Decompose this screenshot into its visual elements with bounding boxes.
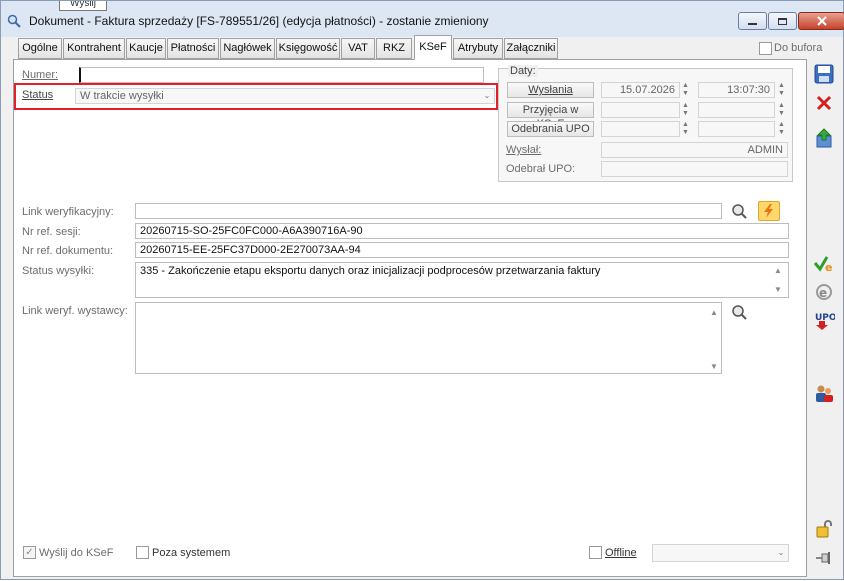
link-wystawcy-scroll-down[interactable]: ▼ — [707, 362, 721, 371]
export-icon — [816, 128, 832, 148]
odebral-label: Odebrał UPO: — [506, 163, 576, 175]
search-icon — [7, 14, 21, 28]
status-wysylki-value: 335 - Zakończenie etapu eksportu danych … — [140, 265, 601, 277]
poza-systemem-checkbox[interactable] — [136, 546, 149, 559]
przyjecia-time[interactable] — [698, 102, 775, 118]
odebrania-time-spinner[interactable]: ▲ ▼ — [776, 121, 787, 137]
refresh-e-icon: e — [816, 284, 832, 300]
odebrania-date[interactable] — [601, 121, 680, 137]
tab-vat[interactable]: VAT — [341, 38, 375, 59]
wyslania-button[interactable]: Wysłania — [507, 82, 594, 98]
daty-label: Daty: — [508, 65, 538, 77]
odebral-value — [601, 161, 788, 177]
save-icon — [814, 64, 834, 84]
przyjecia-date-spinner[interactable]: ▲ ▼ — [680, 102, 691, 118]
dokumentu-input[interactable]: 20260715-EE-25FC37D000-2E270073AA-94 — [135, 242, 789, 258]
status-value: W trakcie wysyłki — [80, 90, 164, 102]
odebrania-label: Odebrania UPO — [511, 123, 590, 135]
status-wysylki-textarea[interactable]: 335 - Zakończenie etapu eksportu danych … — [135, 262, 789, 298]
window-title: Dokument - Faktura sprzedaży [FS-789551/… — [29, 14, 489, 28]
zoom-icon[interactable] — [730, 303, 748, 321]
numer-label: Numer: — [22, 69, 59, 81]
tab-ogolne[interactable]: Ogólne — [18, 38, 62, 59]
odebrania-button[interactable]: Odebrania UPO — [507, 121, 594, 137]
przyjecia-date[interactable] — [601, 102, 680, 118]
tab-kaucje[interactable]: Kaucje — [126, 38, 166, 59]
check-e-icon: e — [813, 256, 832, 273]
wyslal-label: Wysłał: — [506, 144, 542, 156]
upo-icon: UPO — [815, 313, 835, 330]
offline-combo[interactable]: ⌄ — [652, 544, 789, 562]
sesji-label: Nr ref. sesji: — [22, 226, 81, 238]
numer-input[interactable] — [79, 67, 484, 83]
wyslij-checkbox[interactable]: ✓ — [23, 546, 36, 559]
title-bar: Dokument - Faktura sprzedaży [FS-789551/… — [1, 1, 844, 37]
tab-kontrahent[interactable]: Kontrahent — [63, 38, 125, 59]
zoom-icon[interactable] — [730, 202, 748, 220]
maximize-button[interactable] — [768, 12, 797, 30]
dokumentu-label: Nr ref. dokumentu: — [22, 245, 114, 257]
tooltip: Wyślij — [59, 1, 107, 11]
tab-ksiegowosc[interactable]: Księgowość — [276, 38, 340, 59]
odebrania-time[interactable] — [698, 121, 775, 137]
poza-systemem-label: Poza systemem — [152, 547, 231, 559]
unlock-icon — [816, 520, 832, 538]
tab-naglowek[interactable]: Nagłówek — [220, 38, 275, 59]
tab-zalaczniki[interactable]: Załączniki — [504, 38, 558, 59]
wyslania-label: Wysłania — [528, 84, 573, 96]
status-combo[interactable]: W trakcie wysyłki ⌄ — [75, 88, 495, 104]
link-label: Link weryfikacyjny: — [22, 206, 114, 218]
maximize-icon — [778, 17, 787, 25]
status-wysylki-label: Status wysyłki: — [22, 265, 95, 277]
svg-text:e: e — [825, 261, 832, 273]
document-window: Dokument - Faktura sprzedaży [FS-789551/… — [0, 0, 844, 580]
pin-button[interactable] — [813, 547, 835, 569]
wyslania-date-spinner[interactable]: ▲ ▼ — [680, 82, 691, 98]
minimize-button[interactable] — [738, 12, 767, 30]
sesji-input[interactable]: 20260715-SO-25FC0FC000-A6A390716A-90 — [135, 223, 789, 239]
pin-icon — [816, 552, 830, 564]
link-wystawcy-scroll-up[interactable]: ▲ — [707, 308, 721, 317]
close-icon — [816, 16, 827, 26]
upo-button[interactable]: UPO — [813, 309, 835, 331]
do-bufora-label: Do bufora — [774, 42, 823, 54]
offline-checkbox[interactable] — [589, 546, 602, 559]
link-input[interactable] — [135, 203, 722, 219]
link-wystawcy-textarea[interactable] — [135, 302, 722, 374]
minimize-icon — [748, 23, 757, 25]
right-toolbar: e e UPO — [809, 61, 839, 581]
lock-button[interactable] — [813, 518, 835, 540]
cancel-icon — [816, 95, 832, 111]
przyjecia-button[interactable]: Przyjęcia w KSeF — [507, 102, 594, 130]
offline-label: Offline — [605, 547, 637, 559]
status-wysylki-scroll-up[interactable]: ▲ — [771, 266, 785, 275]
svg-text:e: e — [819, 286, 827, 300]
tab-platnosci[interactable]: Płatności — [167, 38, 219, 59]
link-wystawcy-label: Link weryf. wystawcy: — [22, 305, 128, 317]
chevron-down-icon: ⌄ — [777, 548, 785, 557]
status-wysylki-scroll-down[interactable]: ▼ — [771, 285, 785, 294]
wyslania-time-spinner[interactable]: ▲ ▼ — [776, 82, 787, 98]
odebrania-date-spinner[interactable]: ▲ ▼ — [680, 121, 691, 137]
lightning-icon[interactable] — [758, 201, 780, 221]
cancel-button[interactable] — [813, 92, 835, 114]
tab-atrybuty[interactable]: Atrybuty — [453, 38, 503, 59]
accept-button[interactable]: e — [813, 252, 835, 274]
tab-ksef[interactable]: KSeF — [414, 35, 452, 60]
wyslal-value: ADMIN — [601, 142, 788, 158]
wyslania-time[interactable]: 13:07:30 — [698, 82, 775, 98]
status-label: Status — [22, 89, 54, 101]
wyslij-label: Wyślij do KSeF — [39, 547, 114, 559]
przyjecia-time-spinner[interactable]: ▲ ▼ — [776, 102, 787, 118]
export-button[interactable] — [813, 127, 835, 149]
save-button[interactable] — [813, 63, 835, 85]
users-icon — [816, 385, 833, 402]
users-button[interactable] — [813, 382, 835, 404]
do-bufora-checkbox[interactable] — [759, 42, 772, 55]
refresh-e-button[interactable]: e — [813, 281, 835, 303]
tab-rkz[interactable]: RKZ — [376, 38, 412, 59]
close-button[interactable] — [798, 12, 844, 30]
chevron-down-icon: ⌄ — [483, 91, 491, 100]
wyslania-date[interactable]: 15.07.2026 — [601, 82, 680, 98]
